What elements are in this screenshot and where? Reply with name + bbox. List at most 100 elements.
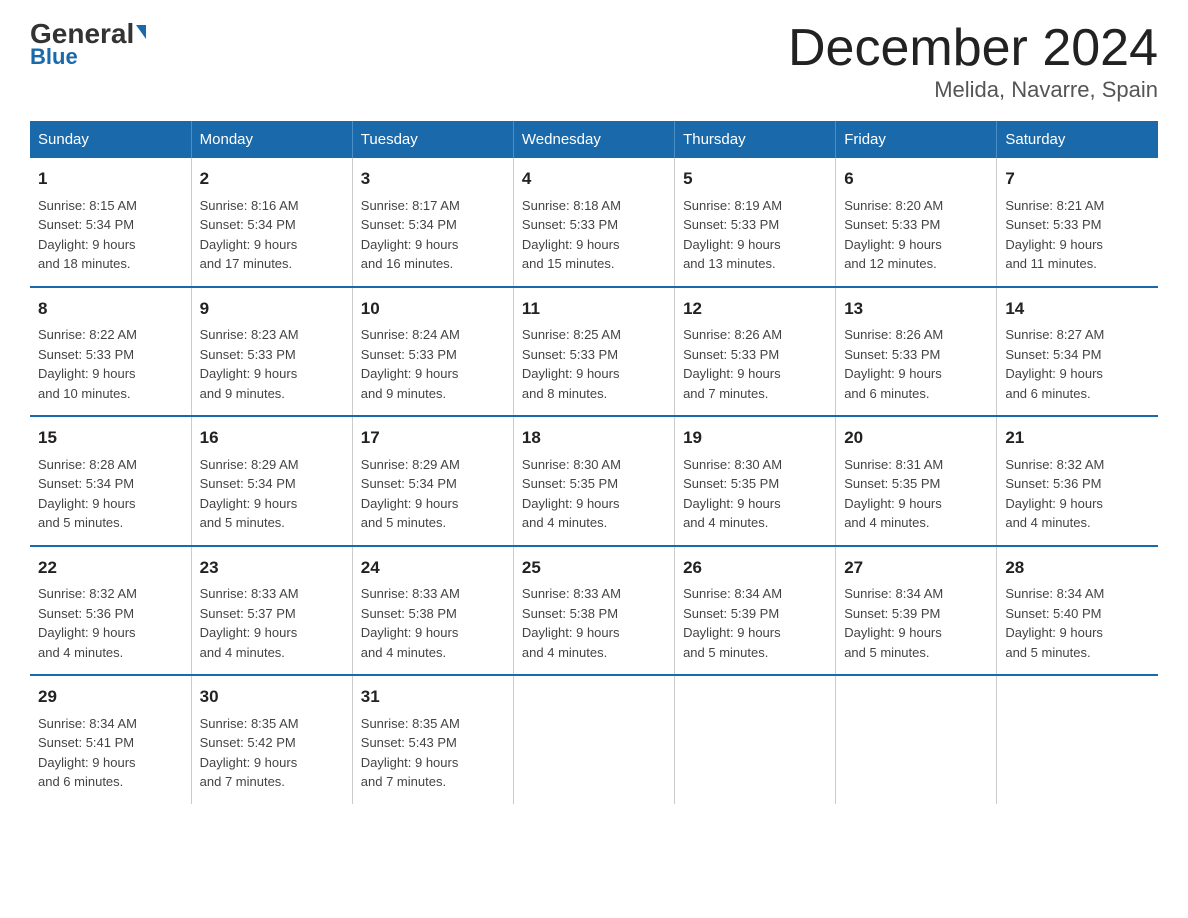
day-number: 7: [1005, 166, 1150, 192]
calendar-cell: 20 Sunrise: 8:31 AMSunset: 5:35 PMDayligh…: [836, 416, 997, 546]
header-day-monday: Monday: [191, 121, 352, 158]
day-info: Sunrise: 8:16 AMSunset: 5:34 PMDaylight:…: [200, 198, 299, 272]
calendar-cell: 1 Sunrise: 8:15 AMSunset: 5:34 PMDaylight…: [30, 158, 191, 287]
day-info: Sunrise: 8:33 AMSunset: 5:38 PMDaylight:…: [522, 586, 621, 660]
logo-blue: Blue: [30, 44, 78, 70]
calendar-cell: 2Sunrise: 8:16 AMSunset: 5:34 PMDaylight…: [191, 158, 352, 287]
header-day-sunday: Sunday: [30, 121, 191, 158]
page-title: December 2024: [788, 20, 1158, 77]
day-info: Sunrise: 8:20 AMSunset: 5:33 PMDaylight:…: [844, 198, 943, 272]
calendar-cell: 15Sunrise: 8:28 AMSunset: 5:34 PMDayligh…: [30, 416, 191, 546]
calendar-cell: 6 Sunrise: 8:20 AMSunset: 5:33 PMDaylight…: [836, 158, 997, 287]
day-number: 21: [1005, 425, 1150, 451]
day-number: 29: [38, 684, 183, 710]
day-info: Sunrise: 8:34 AMSunset: 5:40 PMDaylight:…: [1005, 586, 1104, 660]
day-number: 13: [844, 296, 988, 322]
day-info: Sunrise: 8:34 AMSunset: 5:41 PMDaylight:…: [38, 716, 137, 790]
day-info: Sunrise: 8:25 AMSunset: 5:33 PMDaylight:…: [522, 327, 621, 401]
day-number: 17: [361, 425, 505, 451]
day-info: Sunrise: 8:24 AMSunset: 5:33 PMDaylight:…: [361, 327, 460, 401]
calendar-cell: 24Sunrise: 8:33 AMSunset: 5:38 PMDayligh…: [352, 546, 513, 676]
calendar-cell: 4Sunrise: 8:18 AMSunset: 5:33 PMDaylight…: [513, 158, 674, 287]
day-number: 6: [844, 166, 988, 192]
day-info: Sunrise: 8:17 AMSunset: 5:34 PMDaylight:…: [361, 198, 460, 272]
day-number: 10: [361, 296, 505, 322]
calendar-header: SundayMondayTuesdayWednesdayThursdayFrid…: [30, 121, 1158, 158]
day-info: Sunrise: 8:30 AMSunset: 5:35 PMDaylight:…: [522, 457, 621, 531]
calendar-cell: 30 Sunrise: 8:35 AMSunset: 5:42 PMDayligh…: [191, 675, 352, 804]
day-info: Sunrise: 8:29 AMSunset: 5:34 PMDaylight:…: [200, 457, 299, 531]
day-info: Sunrise: 8:30 AMSunset: 5:35 PMDaylight:…: [683, 457, 782, 531]
calendar-cell: 3 Sunrise: 8:17 AMSunset: 5:34 PMDaylight…: [352, 158, 513, 287]
week-row-2: 8 Sunrise: 8:22 AMSunset: 5:33 PMDaylight…: [30, 287, 1158, 417]
calendar-cell: 7 Sunrise: 8:21 AMSunset: 5:33 PMDaylight…: [997, 158, 1158, 287]
calendar-cell: 26 Sunrise: 8:34 AMSunset: 5:39 PMDayligh…: [675, 546, 836, 676]
day-info: Sunrise: 8:21 AMSunset: 5:33 PMDaylight:…: [1005, 198, 1104, 272]
day-info: Sunrise: 8:31 AMSunset: 5:35 PMDaylight:…: [844, 457, 943, 531]
day-info: Sunrise: 8:34 AMSunset: 5:39 PMDaylight:…: [844, 586, 943, 660]
day-number: 8: [38, 296, 183, 322]
day-number: 14: [1005, 296, 1150, 322]
day-info: Sunrise: 8:27 AMSunset: 5:34 PMDaylight:…: [1005, 327, 1104, 401]
day-number: 15: [38, 425, 183, 451]
calendar-cell: 11 Sunrise: 8:25 AMSunset: 5:33 PMDayligh…: [513, 287, 674, 417]
calendar-cell: 28 Sunrise: 8:34 AMSunset: 5:40 PMDayligh…: [997, 546, 1158, 676]
header-day-saturday: Saturday: [997, 121, 1158, 158]
day-info: Sunrise: 8:26 AMSunset: 5:33 PMDaylight:…: [683, 327, 782, 401]
logo: General Blue: [30, 20, 146, 70]
week-row-1: 1 Sunrise: 8:15 AMSunset: 5:34 PMDaylight…: [30, 158, 1158, 287]
day-number: 1: [38, 166, 183, 192]
calendar-cell: 8 Sunrise: 8:22 AMSunset: 5:33 PMDaylight…: [30, 287, 191, 417]
day-info: Sunrise: 8:19 AMSunset: 5:33 PMDaylight:…: [683, 198, 782, 272]
day-number: 19: [683, 425, 827, 451]
day-number: 9: [200, 296, 344, 322]
day-number: 30: [200, 684, 344, 710]
day-number: 31: [361, 684, 505, 710]
calendar-cell: 17Sunrise: 8:29 AMSunset: 5:34 PMDayligh…: [352, 416, 513, 546]
day-number: 12: [683, 296, 827, 322]
calendar-cell: 10 Sunrise: 8:24 AMSunset: 5:33 PMDayligh…: [352, 287, 513, 417]
page-header: General Blue December 2024 Melida, Navar…: [30, 20, 1158, 103]
day-info: Sunrise: 8:33 AMSunset: 5:37 PMDaylight:…: [200, 586, 299, 660]
day-number: 24: [361, 555, 505, 581]
day-info: Sunrise: 8:32 AMSunset: 5:36 PMDaylight:…: [38, 586, 137, 660]
day-number: 11: [522, 296, 666, 322]
day-number: 3: [361, 166, 505, 192]
calendar-cell: 16 Sunrise: 8:29 AMSunset: 5:34 PMDayligh…: [191, 416, 352, 546]
title-block: December 2024 Melida, Navarre, Spain: [788, 20, 1158, 103]
header-row: SundayMondayTuesdayWednesdayThursdayFrid…: [30, 121, 1158, 158]
header-day-wednesday: Wednesday: [513, 121, 674, 158]
calendar-cell: 5 Sunrise: 8:19 AMSunset: 5:33 PMDaylight…: [675, 158, 836, 287]
day-number: 27: [844, 555, 988, 581]
calendar-cell: 13 Sunrise: 8:26 AMSunset: 5:33 PMDayligh…: [836, 287, 997, 417]
day-number: 28: [1005, 555, 1150, 581]
day-info: Sunrise: 8:23 AMSunset: 5:33 PMDaylight:…: [200, 327, 299, 401]
day-number: 20: [844, 425, 988, 451]
day-number: 5: [683, 166, 827, 192]
calendar-cell: 19 Sunrise: 8:30 AMSunset: 5:35 PMDayligh…: [675, 416, 836, 546]
logo-triangle-icon: [136, 25, 146, 39]
day-number: 16: [200, 425, 344, 451]
day-info: Sunrise: 8:35 AMSunset: 5:43 PMDaylight:…: [361, 716, 460, 790]
day-number: 22: [38, 555, 183, 581]
calendar-cell: 25 Sunrise: 8:33 AMSunset: 5:38 PMDayligh…: [513, 546, 674, 676]
day-info: Sunrise: 8:15 AMSunset: 5:34 PMDaylight:…: [38, 198, 137, 272]
page-subtitle: Melida, Navarre, Spain: [788, 77, 1158, 103]
day-info: Sunrise: 8:26 AMSunset: 5:33 PMDaylight:…: [844, 327, 943, 401]
calendar-cell: 9 Sunrise: 8:23 AMSunset: 5:33 PMDaylight…: [191, 287, 352, 417]
day-info: Sunrise: 8:32 AMSunset: 5:36 PMDaylight:…: [1005, 457, 1104, 531]
week-row-4: 22 Sunrise: 8:32 AMSunset: 5:36 PMDayligh…: [30, 546, 1158, 676]
calendar-cell: 18Sunrise: 8:30 AMSunset: 5:35 PMDayligh…: [513, 416, 674, 546]
week-row-3: 15Sunrise: 8:28 AMSunset: 5:34 PMDayligh…: [30, 416, 1158, 546]
day-info: Sunrise: 8:18 AMSunset: 5:33 PMDaylight:…: [522, 198, 621, 272]
header-day-friday: Friday: [836, 121, 997, 158]
calendar-cell: 22 Sunrise: 8:32 AMSunset: 5:36 PMDayligh…: [30, 546, 191, 676]
calendar-cell: 21 Sunrise: 8:32 AMSunset: 5:36 PMDayligh…: [997, 416, 1158, 546]
day-info: Sunrise: 8:35 AMSunset: 5:42 PMDaylight:…: [200, 716, 299, 790]
day-number: 25: [522, 555, 666, 581]
day-number: 26: [683, 555, 827, 581]
header-day-tuesday: Tuesday: [352, 121, 513, 158]
week-row-5: 29 Sunrise: 8:34 AMSunset: 5:41 PMDayligh…: [30, 675, 1158, 804]
day-info: Sunrise: 8:34 AMSunset: 5:39 PMDaylight:…: [683, 586, 782, 660]
day-info: Sunrise: 8:22 AMSunset: 5:33 PMDaylight:…: [38, 327, 137, 401]
